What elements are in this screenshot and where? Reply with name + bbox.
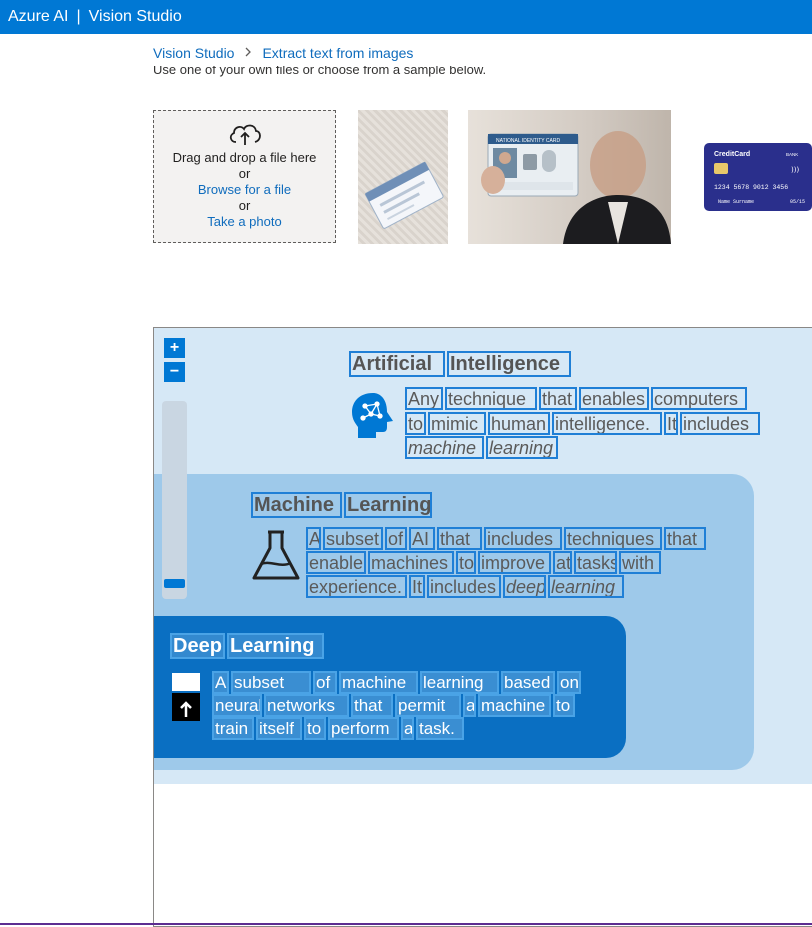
ocr-word-box[interactable]: tasks — [574, 551, 617, 574]
file-dropzone[interactable]: Drag and drop a file here or Browse for … — [153, 110, 336, 243]
card-name: Name Surname — [718, 199, 754, 205]
ocr-word-box[interactable]: intelligence. — [552, 412, 662, 435]
ocr-word-box[interactable]: train — [212, 717, 254, 740]
svg-text:))): ))) — [791, 166, 799, 174]
ocr-word-box[interactable]: with — [619, 551, 661, 574]
breadcrumb-extract-text[interactable]: Extract text from images — [262, 45, 413, 61]
ocr-word-box[interactable]: based — [501, 671, 555, 694]
ocr-word-box[interactable]: Artificial — [349, 351, 445, 377]
ocr-word-box[interactable]: at — [553, 551, 572, 574]
sample-credit-card[interactable]: CreditCard BANK ))) 1234 5678 9012 3456 … — [704, 143, 812, 211]
breadcrumb-vision-studio[interactable]: Vision Studio — [153, 45, 234, 61]
ocr-word-box[interactable]: includes — [427, 575, 501, 598]
ocr-word-box[interactable]: a — [401, 717, 414, 740]
ocr-word-box[interactable]: of — [313, 671, 337, 694]
take-photo-link[interactable]: Take a photo — [154, 214, 335, 230]
ocr-word-box[interactable]: techniques — [564, 527, 662, 550]
ocr-word-box[interactable]: improve — [478, 551, 551, 574]
cloud-upload-icon — [154, 121, 335, 150]
ocr-word-box[interactable]: computers — [651, 387, 747, 410]
ocr-word-box[interactable]: AI — [409, 527, 435, 550]
header-separator: | — [76, 8, 81, 25]
card-number: 1234 5678 9012 3456 — [714, 184, 788, 191]
ocr-word-box[interactable]: machine — [478, 694, 551, 717]
ocr-word-box[interactable]: learning — [486, 436, 558, 459]
ocr-word-box[interactable]: that — [539, 387, 577, 410]
card-bank: BANK — [786, 152, 798, 157]
flask-icon — [250, 528, 302, 587]
ocr-word-box[interactable]: permit — [395, 694, 461, 717]
zoom-slider[interactable] — [162, 401, 187, 599]
ocr-word-box[interactable]: mimic — [428, 412, 486, 435]
ocr-word-box[interactable]: experience. — [306, 575, 407, 598]
ocr-word-box[interactable]: task. — [416, 717, 464, 740]
ocr-word-box[interactable]: perform — [328, 717, 399, 740]
brain-head-icon — [349, 390, 397, 447]
browse-file-link[interactable]: Browse for a file — [154, 182, 335, 198]
ocr-word-box[interactable]: enable — [306, 551, 366, 574]
chevron-right-icon — [244, 46, 252, 60]
ocr-word-box[interactable]: Machine — [251, 492, 342, 518]
ocr-word-box[interactable]: includes — [484, 527, 562, 550]
ocr-word-box[interactable]: Learning — [344, 492, 432, 518]
ocr-word-box[interactable]: Deep — [170, 633, 225, 659]
upload-arrow-icon — [172, 673, 200, 726]
ocr-word-box[interactable]: enables — [579, 387, 649, 410]
ocr-word-box[interactable]: networks — [264, 694, 349, 717]
ocr-word-box[interactable]: to — [304, 717, 326, 740]
sample-id-card-photo[interactable]: NATIONAL IDENTITY CARD — [468, 110, 671, 244]
ocr-word-box[interactable]: human — [488, 412, 550, 435]
zoom-out-button[interactable]: − — [164, 362, 185, 382]
ocr-word-box[interactable]: that — [664, 527, 706, 550]
ocr-word-box[interactable]: technique — [445, 387, 537, 410]
ocr-word-box[interactable]: that — [437, 527, 482, 550]
ocr-word-box[interactable]: neural — [212, 694, 262, 717]
ocr-word-box[interactable]: Intelligence — [447, 351, 571, 377]
image-viewer[interactable]: Artificial Intelligence Any technique that en… — [153, 327, 812, 927]
zoom-slider-thumb[interactable] — [164, 579, 185, 588]
ocr-word-box[interactable]: learning — [548, 575, 624, 598]
drag-drop-text: Drag and drop a file here — [172, 150, 317, 165]
ocr-word-box[interactable]: machines — [368, 551, 454, 574]
ocr-word-box[interactable]: A — [306, 527, 321, 550]
zoom-in-button[interactable]: + — [164, 338, 185, 358]
ocr-word-box[interactable]: It — [664, 412, 678, 435]
or-text: or — [238, 166, 251, 181]
sample-hint: Use one of your own files or choose from… — [153, 66, 487, 77]
ocr-word-box[interactable]: to — [553, 694, 575, 717]
brand-name[interactable]: Azure AI — [8, 8, 68, 26]
ocr-word-box[interactable]: Learning — [227, 633, 324, 659]
card-exp: 05/15 — [790, 199, 805, 205]
ocr-word-box[interactable]: Any — [405, 387, 443, 410]
ocr-word-box[interactable]: of — [385, 527, 407, 550]
ocr-word-box[interactable]: a — [463, 694, 476, 717]
ocr-word-box[interactable]: that — [351, 694, 393, 717]
ocr-word-box[interactable]: A — [212, 671, 229, 694]
ocr-word-box[interactable]: It — [409, 575, 425, 598]
ocr-word-box[interactable]: includes — [680, 412, 760, 435]
id-card-header: NATIONAL IDENTITY CARD — [496, 138, 560, 144]
sample-social-security-card[interactable] — [358, 110, 448, 244]
product-name[interactable]: Vision Studio — [89, 8, 182, 26]
top-bar: Azure AI | Vision Studio — [0, 0, 812, 34]
breadcrumb: Vision Studio Extract text from images — [153, 45, 413, 61]
card-brand: CreditCard — [714, 151, 750, 158]
ocr-word-box[interactable]: to — [456, 551, 476, 574]
ocr-word-box[interactable]: machine — [405, 436, 484, 459]
ocr-word-box[interactable]: machine — [339, 671, 418, 694]
ocr-word-box[interactable]: subset — [231, 671, 311, 694]
ocr-word-box[interactable]: on — [557, 671, 581, 694]
ocr-word-box[interactable]: deep — [503, 575, 546, 598]
ocr-word-box[interactable]: learning — [420, 671, 499, 694]
or-text: or — [238, 198, 251, 213]
ocr-word-box[interactable]: to — [405, 412, 426, 435]
ocr-word-box[interactable]: itself — [256, 717, 302, 740]
ocr-word-box[interactable]: subset — [323, 527, 383, 550]
